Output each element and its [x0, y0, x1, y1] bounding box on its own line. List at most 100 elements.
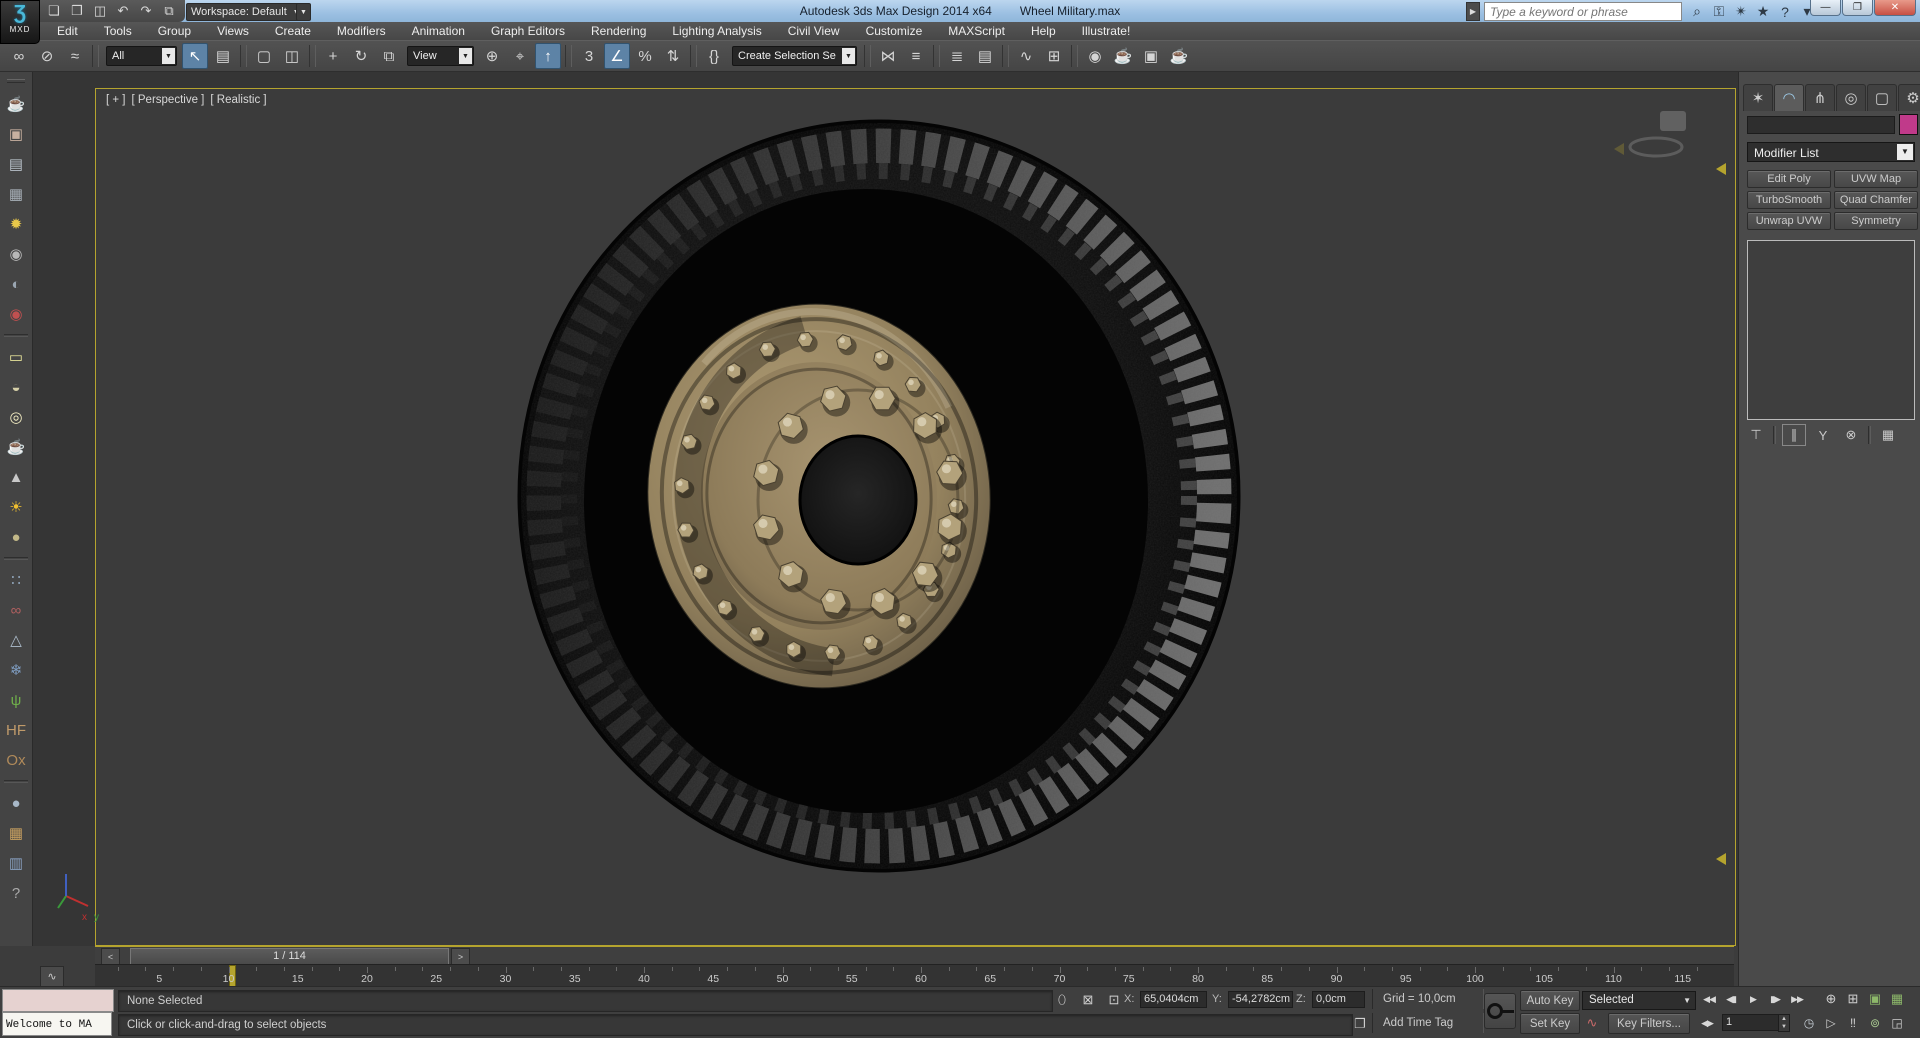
- keyboard-shortcut-override-toggle[interactable]: ↑: [535, 43, 561, 69]
- material-editor-button[interactable]: ◉: [1082, 43, 1108, 69]
- modifier-stack-list[interactable]: [1747, 240, 1915, 420]
- zoom-all-button[interactable]: ⊞: [1842, 990, 1864, 1008]
- y-coordinate-field[interactable]: -54,2782cm: [1228, 991, 1293, 1008]
- camera-icon[interactable]: ◐: [3, 271, 29, 297]
- key-mode-toggle[interactable]: ◀▶: [1696, 1014, 1718, 1032]
- select-and-move-button[interactable]: +: [320, 43, 346, 69]
- open-mini-curve-editor-button[interactable]: ∿: [40, 966, 64, 987]
- grass-object-icon[interactable]: ψ: [3, 687, 29, 713]
- maximize-viewport-toggle[interactable]: ◲: [1886, 1014, 1908, 1032]
- previous-frame-button[interactable]: ◀▮: [1720, 990, 1742, 1008]
- film-camera-icon[interactable]: ◉: [3, 301, 29, 327]
- render-teapot-icon[interactable]: ☕: [3, 91, 29, 117]
- time-slider-handle[interactable]: 1 / 114: [130, 948, 449, 965]
- search-input[interactable]: [1484, 2, 1682, 21]
- field-of-view-button[interactable]: ▷: [1820, 1014, 1842, 1032]
- play-animation-button[interactable]: ▶: [1742, 990, 1764, 1008]
- viewcube[interactable]: [1614, 111, 1686, 158]
- menu-item[interactable]: Illustrate!: [1069, 22, 1144, 40]
- walk-through-button[interactable]: ‼: [1842, 1014, 1864, 1032]
- current-frame-field[interactable]: 1: [1722, 1014, 1779, 1031]
- menu-item[interactable]: Edit: [44, 22, 91, 40]
- menu-item[interactable]: Create: [262, 22, 324, 40]
- rock-object-icon[interactable]: ❄: [3, 657, 29, 683]
- new-scene-icon[interactable]: ❏: [44, 2, 64, 20]
- select-by-name-button[interactable]: ▤: [210, 43, 236, 69]
- make-unique-icon[interactable]: Y: [1812, 425, 1834, 445]
- schematic-view-button[interactable]: ⊞: [1041, 43, 1067, 69]
- cone-primitive-icon[interactable]: ▲: [3, 464, 29, 490]
- teapot-wireframe-icon[interactable]: ☕: [3, 434, 29, 460]
- next-frame-button[interactable]: ▮▶: [1764, 990, 1786, 1008]
- modifier-button-unwrap-uvw[interactable]: Unwrap UVW: [1747, 212, 1831, 230]
- unlink-selection-button[interactable]: ⊘: [34, 43, 60, 69]
- layer-explorer-button[interactable]: ≣: [944, 43, 970, 69]
- named-selection-sets-dropdown[interactable]: Create Selection Se: [732, 46, 857, 66]
- remove-modifier-icon[interactable]: ⊗: [1840, 425, 1862, 445]
- menu-item[interactable]: Help: [1018, 22, 1069, 40]
- metaballs-icon[interactable]: ∞: [3, 597, 29, 623]
- sphere-blue-icon[interactable]: ●: [3, 790, 29, 816]
- close-button[interactable]: ✕: [1874, 0, 1916, 16]
- time-slider-track[interactable]: < 1 / 114 >: [95, 946, 1734, 965]
- percent-snap-toggle[interactable]: %: [632, 43, 658, 69]
- menu-item[interactable]: Customize: [853, 22, 936, 40]
- graphite-ribbon-toggle[interactable]: ▤: [972, 43, 998, 69]
- menu-item[interactable]: Modifiers: [324, 22, 399, 40]
- tab-motion[interactable]: ◎: [1836, 84, 1866, 111]
- previous-frame-slider-button[interactable]: <: [101, 948, 120, 965]
- tab-modify[interactable]: ◠: [1774, 84, 1804, 111]
- align-button[interactable]: ≡: [903, 43, 929, 69]
- tab-utilities[interactable]: ⚙: [1898, 84, 1920, 111]
- plane-primitive-icon[interactable]: ▭: [3, 344, 29, 370]
- rendered-frame-window-icon[interactable]: ▣: [3, 121, 29, 147]
- render-setup-button[interactable]: ☕: [1110, 43, 1136, 69]
- viewport-pov-menu[interactable]: [ Perspective ]: [132, 94, 205, 106]
- isolate-selection-toggle[interactable]: ⬯: [1052, 991, 1072, 1009]
- object-color-swatch[interactable]: [1899, 114, 1918, 135]
- tab-hierarchy[interactable]: ⋔: [1805, 84, 1835, 111]
- menu-item[interactable]: Group: [145, 22, 204, 40]
- selection-filter-dropdown[interactable]: All: [106, 46, 177, 66]
- modifier-button-symmetry[interactable]: Symmetry: [1834, 212, 1918, 230]
- spinner-snap-toggle[interactable]: ⇅: [660, 43, 686, 69]
- maxscript-mini-listener-field[interactable]: Welcome to MA: [2, 1012, 112, 1036]
- zoom-extents-all-button[interactable]: ▦: [1886, 990, 1908, 1008]
- minimize-button[interactable]: —: [1810, 0, 1841, 16]
- workspace-selector[interactable]: Workspace: Default▼: [186, 3, 305, 21]
- modifier-list-dropdown[interactable]: Modifier List ▼: [1747, 142, 1915, 162]
- select-and-rotate-button[interactable]: ↻: [348, 43, 374, 69]
- scene-window-icon[interactable]: ❐: [1350, 1015, 1370, 1033]
- menu-item[interactable]: Rendering: [578, 22, 659, 40]
- use-pivot-point-center-button[interactable]: ⊕: [479, 43, 505, 69]
- redo-icon[interactable]: ↷: [136, 2, 156, 20]
- render-elements-dialog-icon[interactable]: ▦: [3, 181, 29, 207]
- qat-flyout-button[interactable]: ▼: [296, 3, 311, 21]
- save-file-icon[interactable]: ◫: [90, 2, 110, 20]
- favorites-star-icon[interactable]: ★: [1752, 3, 1774, 21]
- menu-item[interactable]: Views: [204, 22, 262, 40]
- configure-modifier-sets-icon[interactable]: ▦: [1877, 425, 1899, 445]
- mirror-button[interactable]: ⋈: [875, 43, 901, 69]
- pin-stack-icon[interactable]: ⊤: [1745, 425, 1767, 445]
- render-production-button[interactable]: ☕: [1166, 43, 1192, 69]
- modifier-button-turbosmooth[interactable]: TurboSmooth: [1747, 191, 1831, 209]
- track-bar[interactable]: 5 10 15 20 25 30 35 40 45 50 55 60 65 70 75 80 85 90 95 100…: [95, 964, 1734, 988]
- tab-create[interactable]: ✶: [1743, 84, 1773, 111]
- perspective-viewport[interactable]: [ + ] [ Perspective ] [ Realistic ]: [95, 88, 1736, 946]
- set-keys-button[interactable]: [1484, 993, 1516, 1029]
- menu-item[interactable]: Graph Editors: [478, 22, 578, 40]
- open-file-icon[interactable]: ❒: [67, 2, 87, 20]
- hair-fur-icon[interactable]: HF: [3, 717, 29, 743]
- render-setup-dialog-icon[interactable]: ▤: [3, 151, 29, 177]
- go-to-start-button[interactable]: ◀◀: [1698, 990, 1720, 1008]
- snaps-toggle-3d[interactable]: 3: [576, 43, 602, 69]
- tab-display[interactable]: ▢: [1867, 84, 1897, 111]
- zoom-button[interactable]: ⊕: [1820, 990, 1842, 1008]
- sphere-primitive-icon[interactable]: ●: [3, 524, 29, 550]
- undo-icon[interactable]: ↶: [113, 2, 133, 20]
- help-circle-icon[interactable]: ?: [3, 880, 29, 906]
- bind-to-space-warp-button[interactable]: ≈: [62, 43, 88, 69]
- menu-item[interactable]: Tools: [91, 22, 145, 40]
- video-post-camera-icon[interactable]: ◉: [3, 241, 29, 267]
